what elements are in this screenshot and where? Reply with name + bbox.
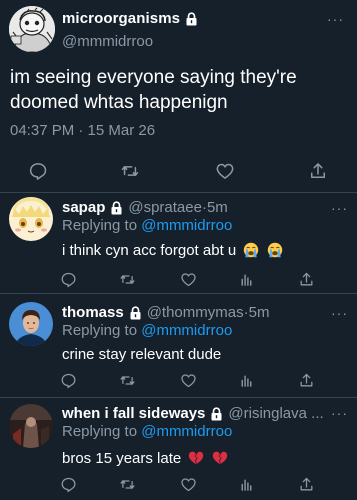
reply-author-handle[interactable]: @thommymas bbox=[147, 304, 244, 321]
cartoon-face-avatar-icon bbox=[9, 197, 53, 241]
reply-icon[interactable] bbox=[28, 161, 48, 181]
like-icon[interactable] bbox=[180, 271, 197, 288]
loudly-crying-face-icon bbox=[267, 242, 282, 258]
analytics-icon[interactable] bbox=[238, 476, 255, 493]
sketch-face-avatar-icon bbox=[9, 6, 55, 52]
lock-icon bbox=[130, 305, 141, 319]
author-name[interactable]: microorganisms bbox=[62, 10, 198, 27]
tweet-timestamp[interactable]: 04:37 PM · 15 Mar 26 bbox=[10, 122, 155, 139]
reply-text: i think cyn acc forgot abt u bbox=[62, 242, 283, 259]
author-avatar[interactable] bbox=[9, 6, 55, 52]
more-icon[interactable]: ··· bbox=[331, 406, 348, 420]
reply-header: sapap @sprataee · 5m bbox=[62, 199, 228, 216]
share-icon[interactable] bbox=[298, 476, 315, 493]
reply-avatar[interactable] bbox=[9, 404, 53, 448]
lock-icon bbox=[186, 11, 197, 25]
person-photo-avatar-icon bbox=[9, 302, 53, 346]
reply-text-content: bros 15 years late bbox=[62, 450, 182, 467]
main-tweet: microorganisms @mmmidrroo ··· im seeing … bbox=[0, 0, 357, 193]
reply-icon[interactable] bbox=[60, 476, 77, 493]
reply-author-name[interactable]: sapap bbox=[62, 199, 105, 216]
reply-author-handle[interactable]: @risinglava ... bbox=[228, 405, 323, 422]
reply-time: 5m bbox=[248, 304, 270, 321]
more-icon[interactable]: ··· bbox=[331, 306, 348, 320]
more-icon[interactable]: ··· bbox=[327, 12, 344, 26]
retweet-icon[interactable] bbox=[119, 372, 136, 389]
broken-heart-icon bbox=[189, 451, 204, 465]
author-handle[interactable]: @mmmidrroo bbox=[62, 33, 153, 50]
author-name-text: microorganisms bbox=[62, 10, 181, 27]
more-icon[interactable]: ··· bbox=[331, 201, 348, 215]
reply-time: 5m bbox=[206, 199, 228, 216]
reply-author-name[interactable]: thomass bbox=[62, 304, 124, 321]
reply-text: bros 15 years late bbox=[62, 450, 228, 467]
share-icon[interactable] bbox=[298, 271, 315, 288]
lock-icon bbox=[211, 406, 222, 420]
tweet-text: im seeing everyone saying they're doomed… bbox=[10, 67, 297, 113]
share-icon[interactable] bbox=[298, 372, 315, 389]
analytics-icon[interactable] bbox=[238, 271, 255, 288]
mention-link[interactable]: @mmmidrroo bbox=[141, 423, 232, 440]
reply-header: when i fall sideways @risinglava ... bbox=[62, 405, 324, 422]
replying-to-label: Replying to bbox=[62, 217, 142, 234]
retweet-icon[interactable] bbox=[119, 476, 136, 493]
like-icon[interactable] bbox=[180, 476, 197, 493]
main-action-bar bbox=[0, 155, 357, 185]
replying-to: Replying to @mmmidrroo bbox=[62, 322, 232, 339]
mention-link[interactable]: @mmmidrroo bbox=[141, 217, 232, 234]
reply-avatar[interactable] bbox=[9, 302, 53, 346]
broken-heart-icon bbox=[212, 451, 227, 465]
loudly-crying-face-icon bbox=[244, 242, 259, 258]
share-icon[interactable] bbox=[308, 161, 328, 181]
reply-author-name[interactable]: when i fall sideways bbox=[62, 405, 205, 422]
reply-author-handle[interactable]: @sprataee bbox=[128, 199, 202, 216]
replying-to: Replying to @mmmidrroo bbox=[62, 423, 232, 440]
dark-photo-avatar-icon bbox=[9, 404, 53, 448]
retweet-icon[interactable] bbox=[120, 161, 140, 181]
reply-icon[interactable] bbox=[60, 372, 77, 389]
reply-text: crine stay relevant dude bbox=[62, 346, 221, 363]
reply-item[interactable]: sapap @sprataee · 5m ··· Replying to @mm… bbox=[0, 193, 357, 294]
replying-to: Replying to @mmmidrroo bbox=[62, 217, 232, 234]
reply-item[interactable]: thomass @thommymas · 5m ··· Replying to … bbox=[0, 294, 357, 398]
analytics-icon[interactable] bbox=[238, 372, 255, 389]
replying-to-label: Replying to bbox=[62, 423, 142, 440]
reply-item[interactable]: when i fall sideways @risinglava ... ···… bbox=[0, 398, 357, 500]
like-icon[interactable] bbox=[180, 372, 197, 389]
reply-header: thomass @thommymas · 5m bbox=[62, 304, 269, 321]
reply-icon[interactable] bbox=[60, 271, 77, 288]
retweet-icon[interactable] bbox=[119, 271, 136, 288]
lock-icon bbox=[111, 200, 122, 214]
replying-to-label: Replying to bbox=[62, 322, 142, 339]
like-icon[interactable] bbox=[215, 161, 235, 181]
mention-link[interactable]: @mmmidrroo bbox=[141, 322, 232, 339]
reply-text-content: crine stay relevant dude bbox=[62, 346, 222, 363]
reply-text-content: i think cyn acc forgot abt u bbox=[62, 242, 237, 259]
reply-avatar[interactable] bbox=[9, 197, 53, 241]
